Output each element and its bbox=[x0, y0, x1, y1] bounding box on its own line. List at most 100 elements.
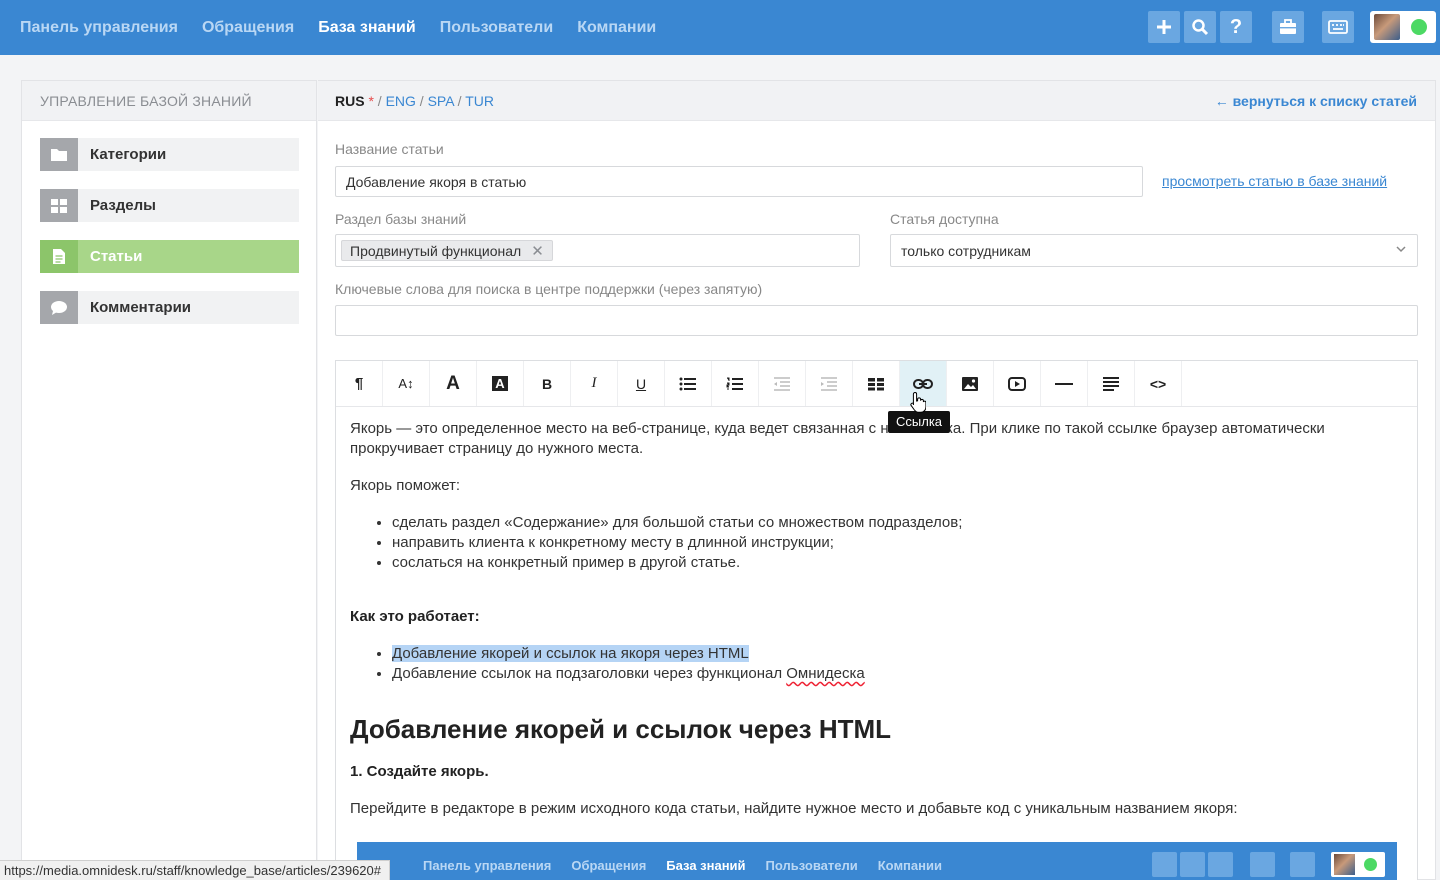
outdent-button[interactable] bbox=[759, 361, 806, 406]
search-button[interactable] bbox=[1184, 11, 1216, 43]
language-bar: RUS * / ENG / SPA / TUR ← вернуться к сп… bbox=[318, 81, 1435, 121]
section-select[interactable]: Продвинутый функционал ✕ bbox=[335, 234, 860, 267]
browser-status-url: https://media.omnidesk.ru/staff/knowledg… bbox=[0, 860, 390, 880]
folder-icon bbox=[51, 149, 67, 161]
underline-button[interactable]: U bbox=[618, 361, 665, 406]
editor-toolbar: ¶ A↕ A A B I U <> bbox=[336, 361, 1417, 407]
font-size-button[interactable]: A↕ bbox=[383, 361, 430, 406]
video-icon bbox=[1008, 376, 1026, 391]
embedded-keyboard-icon bbox=[1290, 852, 1315, 877]
sidebar-item-comments[interactable]: Комментарии bbox=[40, 291, 299, 324]
table-icon bbox=[868, 377, 884, 390]
article-list: сделать раздел «Содержание» для большой … bbox=[392, 513, 1400, 573]
bold-icon: B bbox=[541, 375, 553, 392]
article-title-input[interactable]: Добавление якоря в статью bbox=[335, 166, 1143, 197]
horizontal-rule-icon bbox=[1055, 382, 1073, 385]
online-status-dot bbox=[1411, 19, 1427, 35]
briefcase-button[interactable] bbox=[1272, 11, 1304, 43]
sidebar-item-sections[interactable]: Разделы bbox=[40, 189, 299, 222]
access-label: Статья доступна bbox=[890, 211, 999, 227]
list-item: сослаться на конкретный пример в другой … bbox=[392, 553, 1400, 573]
keywords-input[interactable] bbox=[335, 305, 1418, 336]
nav-dashboard[interactable]: Панель управления bbox=[20, 19, 178, 37]
language-switcher: RUS * / ENG / SPA / TUR bbox=[335, 93, 494, 109]
link-tooltip: Ссылка bbox=[888, 411, 951, 433]
keywords-label: Ключевые слова для поиска в центре подде… bbox=[335, 281, 763, 297]
section-tag: Продвинутый функционал ✕ bbox=[341, 240, 553, 261]
kb-sidebar: УПРАВЛЕНИЕ БАЗОЙ ЗНАНИЙ Категории Раздел… bbox=[21, 80, 317, 880]
sidebar-item-articles[interactable]: Статьи bbox=[40, 240, 299, 273]
indent-button[interactable] bbox=[806, 361, 853, 406]
image-icon bbox=[962, 376, 978, 391]
background-color-button[interactable]: A bbox=[477, 361, 524, 406]
sidebar-item-categories[interactable]: Категории bbox=[40, 138, 299, 171]
editor-content[interactable]: Якорь — это определенное место на веб-ст… bbox=[350, 419, 1400, 836]
sidebar-item-label: Разделы bbox=[90, 197, 156, 214]
sidebar-item-label: Категории bbox=[90, 146, 167, 163]
lang-spa[interactable]: SPA bbox=[428, 93, 454, 109]
unordered-list-button[interactable] bbox=[665, 361, 712, 406]
ordered-list-button[interactable] bbox=[712, 361, 759, 406]
nav-tickets[interactable]: Обращения bbox=[202, 19, 294, 37]
nav-knowledge-base[interactable]: База знаний bbox=[318, 19, 416, 37]
list-item: направить клиента к конкретному месту в … bbox=[392, 533, 1400, 553]
article-paragraph: Якорь — это определенное место на веб-ст… bbox=[350, 420, 1325, 457]
main-nav: Панель управления Обращения База знаний … bbox=[20, 0, 656, 55]
article-paragraph: Перейдите в редакторе в режим исходного … bbox=[350, 800, 1238, 817]
italic-button[interactable]: I bbox=[571, 361, 618, 406]
remove-tag-icon[interactable]: ✕ bbox=[531, 242, 544, 260]
table-button[interactable] bbox=[853, 361, 900, 406]
comment-icon bbox=[51, 300, 67, 315]
sidebar-item-label: Статьи bbox=[90, 248, 143, 265]
underline-icon: U bbox=[635, 375, 647, 392]
top-navbar: Панель управления Обращения База знаний … bbox=[0, 0, 1440, 55]
document-icon bbox=[53, 249, 65, 264]
lang-eng[interactable]: ENG bbox=[386, 93, 416, 109]
embedded-search-icon bbox=[1180, 852, 1205, 877]
align-button[interactable] bbox=[1088, 361, 1135, 406]
bold-button[interactable]: B bbox=[524, 361, 571, 406]
lang-rus[interactable]: RUS bbox=[335, 93, 365, 109]
italic-icon: I bbox=[591, 375, 597, 391]
help-icon: ? bbox=[1229, 15, 1243, 38]
title-label: Название статьи bbox=[335, 141, 444, 157]
horizontal-rule-button[interactable] bbox=[1041, 361, 1088, 406]
selected-text: Добавление якорей и ссылок на якоря чере… bbox=[392, 645, 749, 662]
article-step: 1. Создайте якорь. bbox=[350, 763, 489, 780]
embedded-screenshot: Панель управления Обращения База знаний … bbox=[357, 842, 1397, 880]
nav-companies[interactable]: Компании bbox=[577, 19, 656, 37]
outdent-icon bbox=[774, 376, 790, 391]
access-select[interactable]: только сотрудникам bbox=[890, 234, 1418, 267]
source-code-button[interactable]: <> bbox=[1135, 361, 1182, 406]
search-icon bbox=[1192, 19, 1209, 36]
list-item: сделать раздел «Содержание» для большой … bbox=[392, 513, 1400, 533]
source-code-icon: <> bbox=[1149, 375, 1167, 392]
embedded-user-menu bbox=[1331, 852, 1385, 877]
misspelled-word: Омнидеска bbox=[786, 665, 865, 682]
sidebar-item-label: Комментарии bbox=[90, 299, 192, 316]
unordered-list-icon bbox=[679, 377, 696, 390]
lang-tur[interactable]: TUR bbox=[465, 93, 494, 109]
grid-icon bbox=[51, 198, 67, 213]
article-paragraph: Якорь поможет: bbox=[350, 477, 461, 494]
keyboard-button[interactable] bbox=[1322, 11, 1354, 43]
video-button[interactable] bbox=[994, 361, 1041, 406]
help-button[interactable]: ? bbox=[1220, 11, 1252, 43]
nav-users[interactable]: Пользователи bbox=[440, 19, 553, 37]
link-icon bbox=[913, 378, 933, 389]
align-icon bbox=[1103, 376, 1119, 391]
article-contents-list: Добавление якорей и ссылок на якоря чере… bbox=[392, 644, 1400, 684]
user-menu[interactable] bbox=[1370, 11, 1436, 43]
add-button[interactable] bbox=[1148, 11, 1180, 43]
image-button[interactable] bbox=[947, 361, 994, 406]
indent-icon bbox=[821, 376, 837, 391]
chevron-down-icon bbox=[1396, 246, 1406, 253]
back-to-articles-link[interactable]: ← вернуться к списку статей bbox=[1215, 93, 1417, 109]
article-editor-panel: RUS * / ENG / SPA / TUR ← вернуться к сп… bbox=[318, 80, 1436, 880]
avatar bbox=[1374, 14, 1400, 40]
text-color-button[interactable]: A bbox=[430, 361, 477, 406]
paragraph-button[interactable]: ¶ bbox=[336, 361, 383, 406]
sidebar-header: УПРАВЛЕНИЕ БАЗОЙ ЗНАНИЙ bbox=[22, 81, 316, 121]
embedded-nav: Панель управления Обращения База знаний … bbox=[423, 857, 942, 873]
view-article-link[interactable]: просмотреть статью в базе знаний bbox=[1162, 173, 1387, 189]
